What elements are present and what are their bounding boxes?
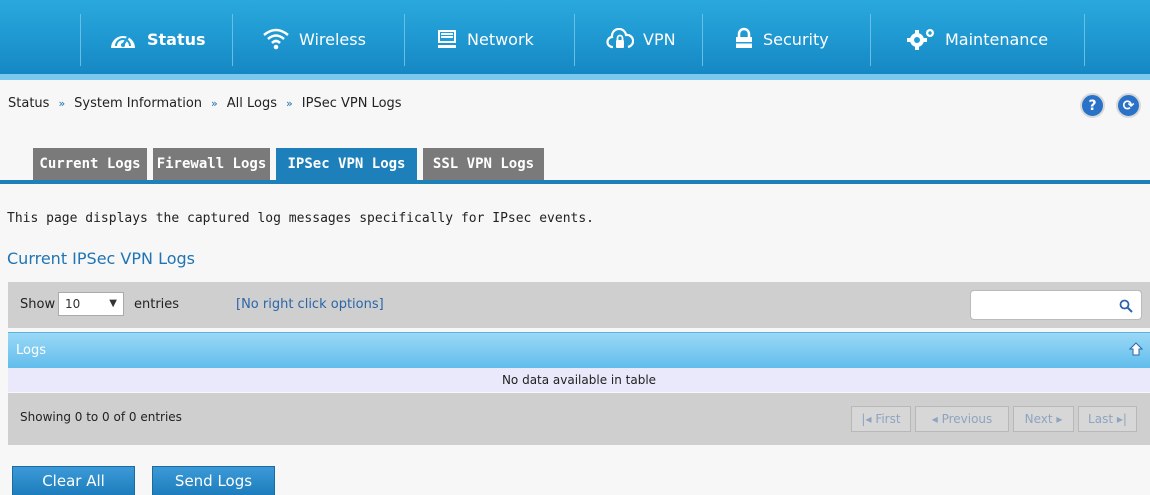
first-icon: |◂ <box>861 412 876 426</box>
nav-stripe <box>0 74 1150 80</box>
tab-label: SSL VPN Logs <box>432 156 535 172</box>
section-title: Current IPSec VPN Logs <box>7 249 195 268</box>
column-header-label: Logs <box>16 343 46 358</box>
chevron-down-icon: ▼ <box>109 298 117 309</box>
show-label: Show <box>20 297 56 312</box>
nav-separator <box>80 14 81 66</box>
tab-ipsec-vpn-logs[interactable]: IPSec VPN Logs <box>276 148 417 180</box>
nav-label: Maintenance <box>945 29 1049 49</box>
refresh-button[interactable]: ⟳ <box>1116 93 1141 118</box>
previous-page-button[interactable]: ◂ Previous <box>915 406 1009 432</box>
nav-separator <box>702 14 703 66</box>
monitor-icon <box>438 30 456 48</box>
breadcrumb-separator: » <box>58 97 66 110</box>
cloud-lock-icon <box>606 28 634 49</box>
nav-item-network[interactable]: Network <box>436 22 534 56</box>
nav-label: VPN <box>643 29 676 49</box>
next-label: Next <box>1024 412 1053 426</box>
dashboard-icon <box>111 36 135 48</box>
page-description: This page displays the captured log mess… <box>7 211 594 226</box>
nav-item-vpn[interactable]: VPN <box>606 22 676 56</box>
help-button[interactable]: ? <box>1080 93 1105 118</box>
nav-item-wireless[interactable]: Wireless <box>262 22 366 56</box>
nav-separator <box>870 14 871 66</box>
tab-label: Firewall Logs <box>156 156 267 172</box>
empty-table-message: No data available in table <box>8 368 1150 392</box>
nav-label: Status <box>147 29 206 49</box>
page-size-value: 10 <box>65 297 81 311</box>
help-icon: ? <box>1088 97 1097 114</box>
nav-separator <box>574 14 575 66</box>
tab-underline <box>0 180 1150 184</box>
breadcrumb-item-ipsec-vpn-logs: IPSec VPN Logs <box>301 96 402 111</box>
nav-separator <box>404 14 405 66</box>
right-click-note: [No right click options] <box>236 297 384 312</box>
gears-icon <box>907 29 934 50</box>
tab-label: Current Logs <box>39 156 141 172</box>
breadcrumb: Status » System Information » All Logs »… <box>8 96 402 111</box>
send-logs-button[interactable]: Send Logs <box>152 466 275 495</box>
nav-label: Wireless <box>299 29 366 49</box>
refresh-icon: ⟳ <box>1122 97 1135 114</box>
search-icon <box>1119 299 1133 313</box>
last-icon: ▸| <box>1113 412 1127 426</box>
previous-icon: ◂ <box>931 412 942 426</box>
nav-item-maintenance[interactable]: Maintenance <box>906 22 1048 56</box>
tab-firewall-logs[interactable]: Firewall Logs <box>153 148 270 180</box>
breadcrumb-separator: » <box>211 97 218 110</box>
last-page-button[interactable]: Last ▸| <box>1078 406 1137 432</box>
wifi-icon <box>263 28 289 50</box>
tab-label: IPSec VPN Logs <box>287 156 406 172</box>
nav-label: Network <box>467 29 534 49</box>
breadcrumb-item-status[interactable]: Status <box>8 96 49 111</box>
first-label: First <box>875 412 901 426</box>
breadcrumb-separator: » <box>286 97 293 110</box>
table-footer: Showing 0 to 0 of 0 entries |◂ First ◂ P… <box>8 393 1150 445</box>
table-toolbar: Show 10 ▼ entries [No right click option… <box>8 282 1150 328</box>
search-input[interactable] <box>970 290 1142 320</box>
nav-label: Security <box>763 29 829 49</box>
collapse-arrow-icon[interactable] <box>1129 342 1143 356</box>
nav-separator <box>232 14 233 66</box>
tab-current-logs[interactable]: Current Logs <box>33 148 147 180</box>
entries-label: entries <box>134 297 180 312</box>
logs-column-header[interactable]: Logs <box>8 332 1150 368</box>
lock-icon <box>736 27 752 48</box>
tab-ssl-vpn-logs[interactable]: SSL VPN Logs <box>423 148 544 180</box>
next-page-button[interactable]: Next ▸ <box>1013 406 1074 432</box>
breadcrumb-item-system-information[interactable]: System Information <box>74 96 202 111</box>
clear-all-button[interactable]: Clear All <box>12 466 135 495</box>
nav-item-security[interactable]: Security <box>734 22 829 56</box>
next-icon: ▸ <box>1052 412 1063 426</box>
table-info: Showing 0 to 0 of 0 entries <box>20 410 182 424</box>
first-page-button[interactable]: |◂ First <box>851 406 911 432</box>
previous-label: Previous <box>941 412 993 426</box>
breadcrumb-item-all-logs[interactable]: All Logs <box>227 96 277 111</box>
page-size-select[interactable]: 10 ▼ <box>58 292 124 316</box>
nav-item-status[interactable]: Status <box>108 22 206 56</box>
nav-separator <box>1084 14 1085 66</box>
top-navigation: Status Wireless Network VPN Security Mai… <box>0 0 1150 80</box>
last-label: Last <box>1088 412 1114 426</box>
